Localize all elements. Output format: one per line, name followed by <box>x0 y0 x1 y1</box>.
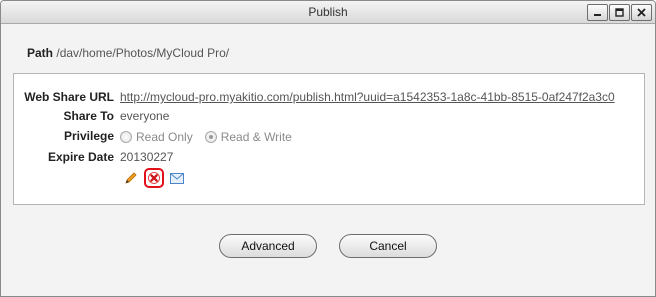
window-controls <box>587 4 652 21</box>
radio-read-write[interactable] <box>204 131 217 143</box>
path-value: /dav/home/Photos/MyCloud Pro/ <box>56 46 230 60</box>
minimize-icon[interactable] <box>587 4 608 21</box>
email-icon[interactable] <box>170 172 184 184</box>
maximize-icon[interactable] <box>609 4 630 21</box>
privilege-options: Read Only Read & Write <box>120 130 300 144</box>
advanced-button[interactable]: Advanced <box>219 234 317 258</box>
privilege-label: Privilege <box>63 129 114 143</box>
share-to-value: everyone <box>120 109 170 123</box>
title-bar[interactable]: Publish <box>1 1 655 24</box>
pencil-icon[interactable] <box>124 171 138 185</box>
path-row: Path /dav/home/Photos/MyCloud Pro/ <box>27 46 229 60</box>
publish-dialog: Publish Path /dav/home/Photos/MyCloud Pr… <box>0 0 656 297</box>
radio-read-only[interactable] <box>120 131 132 143</box>
web-share-url-label: Web Share URL <box>24 90 114 104</box>
share-details-panel: Web Share URL http://mycloud-pro.myakiti… <box>13 73 645 205</box>
share-actions <box>124 168 184 188</box>
radio-read-write-label: Read & Write <box>220 130 292 144</box>
share-to-label: Share To <box>63 109 114 123</box>
close-icon[interactable] <box>631 4 652 21</box>
expire-date-label: Expire Date <box>47 150 114 164</box>
dialog-title: Publish <box>308 5 348 19</box>
cancel-button[interactable]: Cancel <box>339 234 437 258</box>
web-share-url-link[interactable]: http://mycloud-pro.myakitio.com/publish.… <box>120 90 615 104</box>
radio-read-only-label: Read Only <box>136 130 193 144</box>
path-label: Path <box>27 46 54 60</box>
delete-icon[interactable] <box>144 168 164 188</box>
expire-date-value: 20130227 <box>120 150 174 164</box>
